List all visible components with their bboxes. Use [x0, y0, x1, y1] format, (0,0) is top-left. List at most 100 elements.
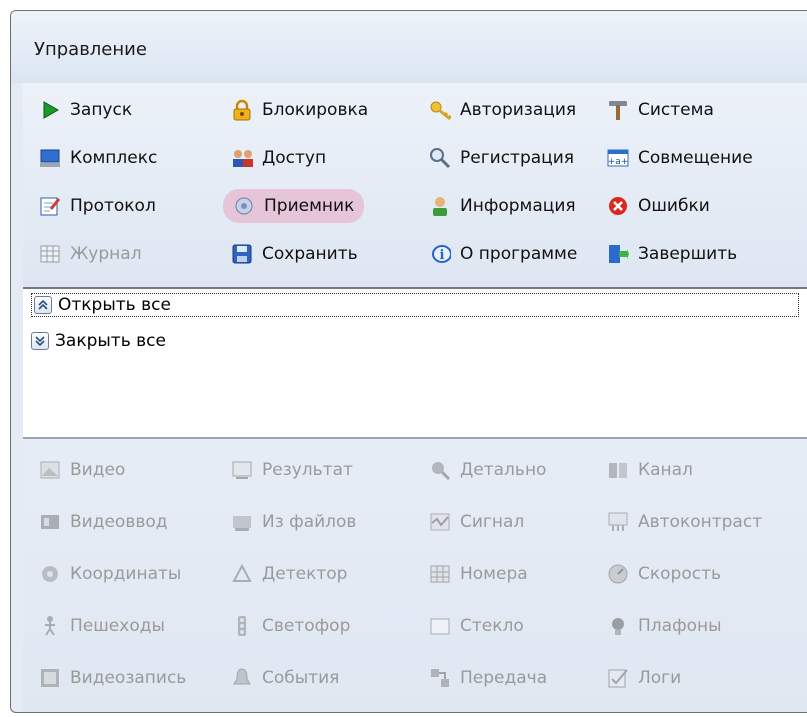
autocontrast-label: Автоконтраст	[638, 512, 763, 532]
journal-icon	[39, 243, 61, 265]
coordinates-label: Координаты	[70, 564, 182, 584]
info-icon: i	[429, 243, 451, 265]
video-input-icon	[39, 511, 61, 533]
error-icon	[607, 195, 629, 217]
receiver-button[interactable]: Приемник	[223, 189, 365, 223]
exit-button[interactable]: Завершить	[607, 237, 737, 271]
logs-button[interactable]: Логи	[607, 661, 681, 695]
errors-button[interactable]: Ошибки	[607, 189, 710, 223]
control-window: Управление Запуск Блокировка Авторизация…	[10, 10, 807, 713]
result-button[interactable]: Результат	[231, 453, 353, 487]
key-icon	[429, 99, 451, 121]
transfer-label: Передача	[460, 668, 548, 688]
video-input-button[interactable]: Видеоввод	[39, 505, 168, 539]
video-recording-label: Видеозапись	[70, 668, 187, 688]
save-icon	[231, 243, 253, 265]
detector-button[interactable]: Детектор	[231, 557, 347, 591]
logs-label: Логи	[638, 668, 682, 688]
from-files-button[interactable]: Из файлов	[231, 505, 356, 539]
speed-icon	[607, 563, 629, 585]
pedestrian-icon	[39, 615, 61, 637]
svg-text:i: i	[440, 248, 445, 263]
save-label: Сохранить	[262, 244, 358, 264]
align-icon: +a+	[607, 147, 629, 169]
glass-button[interactable]: Стекло	[429, 609, 524, 643]
expand-all-label: Открыть все	[58, 295, 171, 315]
exit-icon	[607, 243, 629, 265]
about-button[interactable]: i О программе	[429, 237, 577, 271]
events-icon	[231, 667, 253, 689]
channel-label: Канал	[638, 460, 693, 480]
information-button[interactable]: Информация	[429, 189, 576, 223]
collapse-all-label: Закрыть все	[55, 331, 166, 351]
signal-button[interactable]: Сигнал	[429, 505, 524, 539]
computer-icon	[39, 147, 61, 169]
complex-label: Комплекс	[70, 148, 158, 168]
authorization-label: Авторизация	[460, 100, 577, 120]
pedestrians-label: Пешеходы	[70, 616, 165, 636]
plates-label: Номера	[460, 564, 528, 584]
video-label: Видео	[70, 460, 126, 480]
speed-label: Скорость	[638, 564, 721, 584]
events-button[interactable]: События	[231, 661, 339, 695]
video-icon	[39, 459, 61, 481]
receiver-icon	[233, 195, 255, 217]
speed-button[interactable]: Скорость	[607, 557, 721, 591]
glass-label: Стекло	[460, 616, 524, 636]
expand-all-icon	[34, 296, 52, 314]
journal-label: Журнал	[70, 244, 142, 264]
pedestrians-button[interactable]: Пешеходы	[39, 609, 165, 643]
detail-icon	[429, 459, 451, 481]
lock-icon	[231, 99, 253, 121]
lamps-label: Плафоны	[638, 616, 722, 636]
tools-icon	[607, 99, 629, 121]
result-icon	[231, 459, 253, 481]
detail-label: Детально	[460, 460, 547, 480]
from-files-label: Из файлов	[262, 512, 357, 532]
lock-button[interactable]: Блокировка	[231, 93, 368, 127]
collapse-all-item[interactable]: Закрыть все	[31, 329, 166, 353]
complex-button[interactable]: Комплекс	[39, 141, 157, 175]
coordinates-button[interactable]: Координаты	[39, 557, 181, 591]
registration-label: Регистрация	[460, 148, 574, 168]
protocol-label: Протокол	[70, 196, 156, 216]
receiver-label: Приемник	[264, 196, 355, 216]
video-button[interactable]: Видео	[39, 453, 125, 487]
about-label: О программе	[460, 244, 578, 264]
window-title: Управление	[34, 39, 147, 60]
users-icon	[231, 147, 253, 169]
system-label: Система	[638, 100, 714, 120]
channel-button[interactable]: Канал	[607, 453, 693, 487]
alignment-button[interactable]: +a+ Совмещение	[607, 141, 753, 175]
autocontrast-button[interactable]: Автоконтраст	[607, 505, 762, 539]
protocol-button[interactable]: Протокол	[39, 189, 156, 223]
play-icon	[39, 99, 61, 121]
expand-all-item[interactable]: Открыть все	[31, 293, 799, 317]
journal-button[interactable]: Журнал	[39, 237, 142, 271]
authorization-button[interactable]: Авторизация	[429, 93, 576, 127]
registration-button[interactable]: Регистрация	[429, 141, 574, 175]
system-button[interactable]: Система	[607, 93, 714, 127]
plates-icon	[429, 563, 451, 585]
transfer-icon	[429, 667, 451, 689]
access-button[interactable]: Доступ	[231, 141, 326, 175]
tree-list: Открыть все Закрыть все	[23, 287, 807, 439]
svg-text:+a+: +a+	[608, 157, 629, 167]
save-button[interactable]: Сохранить	[231, 237, 358, 271]
video-recording-button[interactable]: Видеозапись	[39, 661, 186, 695]
files-icon	[231, 511, 253, 533]
launch-button[interactable]: Запуск	[39, 93, 132, 127]
traffic-light-icon	[231, 615, 253, 637]
detail-button[interactable]: Детально	[429, 453, 546, 487]
detector-icon	[231, 563, 253, 585]
logs-icon	[607, 667, 629, 689]
collapse-all-icon	[31, 332, 49, 350]
plates-button[interactable]: Номера	[429, 557, 528, 591]
information-label: Информация	[460, 196, 576, 216]
lamps-button[interactable]: Плафоны	[607, 609, 722, 643]
transfer-button[interactable]: Передача	[429, 661, 547, 695]
signal-icon	[429, 511, 451, 533]
traffic-light-button[interactable]: Светофор	[231, 609, 350, 643]
launch-label: Запуск	[70, 100, 133, 120]
result-label: Результат	[262, 460, 353, 480]
